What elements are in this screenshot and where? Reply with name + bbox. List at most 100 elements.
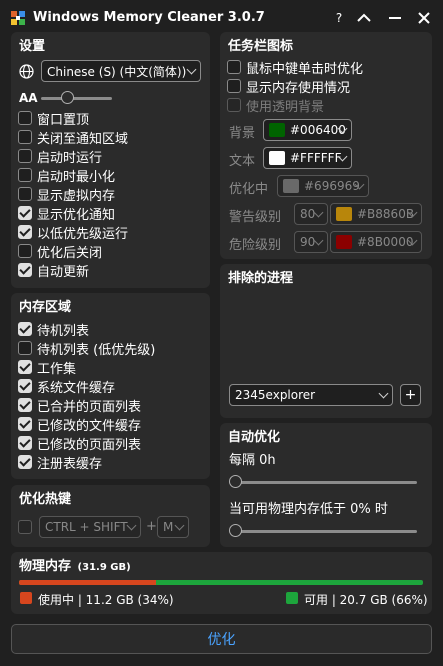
text-color-value: #FFFFFF bbox=[290, 151, 342, 165]
area-label: 工作集 bbox=[37, 361, 77, 377]
option-label: 以低优先级运行 bbox=[37, 226, 129, 242]
area-standby-list[interactable]: 待机列表 bbox=[18, 320, 90, 339]
checkbox-checked[interactable] bbox=[18, 379, 32, 393]
hotkey-enable[interactable] bbox=[18, 518, 32, 536]
threshold-label: 当可用物理内存低于 0% 时 bbox=[229, 502, 388, 517]
checkbox-checked[interactable] bbox=[18, 322, 32, 336]
option-show-virtual-memory[interactable]: 显示虚拟内存 bbox=[18, 185, 115, 204]
area-modified-file-cache[interactable]: 已修改的文件缓存 bbox=[18, 415, 142, 434]
danger-level-value: 90 bbox=[300, 235, 316, 249]
hotkey-key-value: M bbox=[163, 520, 174, 534]
minimize-icon bbox=[389, 17, 401, 19]
option-label: 关闭至通知区域 bbox=[37, 131, 129, 147]
memory-areas-panel: 内存区域 待机列表 待机列表 (低优先级) 工作集 系统文件缓存 已合并的页面列… bbox=[11, 293, 210, 479]
settings-title: 设置 bbox=[19, 39, 46, 54]
font-size-icon: AA bbox=[19, 91, 38, 105]
excluded-process-select[interactable]: 2345explorer bbox=[229, 384, 393, 406]
chevron-down-icon bbox=[174, 520, 185, 531]
option-always-on-top[interactable]: 窗口置顶 bbox=[18, 109, 89, 128]
hotkey-key-select[interactable]: M bbox=[157, 516, 189, 538]
option-transparent-background[interactable]: 使用透明背景 bbox=[227, 96, 324, 115]
option-low-priority[interactable]: 以低优先级运行 bbox=[18, 223, 129, 242]
text-label: 文本 bbox=[229, 154, 256, 169]
threshold-slider-thumb[interactable] bbox=[229, 524, 242, 537]
checkbox[interactable] bbox=[18, 130, 32, 144]
checkbox[interactable] bbox=[18, 168, 32, 182]
hotkey-modifiers-select[interactable]: CTRL + SHIFT bbox=[39, 516, 141, 538]
option-middle-click-optimize[interactable]: 鼠标中键单击时优化 bbox=[227, 58, 363, 77]
warning-level-label: 警告级别 bbox=[229, 210, 282, 225]
chevron-down-icon bbox=[186, 64, 197, 75]
area-working-set[interactable]: 工作集 bbox=[18, 358, 77, 377]
checkbox[interactable] bbox=[18, 187, 32, 201]
checkbox[interactable] bbox=[18, 341, 32, 355]
excluded-process-value: 2345explorer bbox=[235, 388, 316, 402]
option-start-minimized[interactable]: 启动时最小化 bbox=[18, 166, 116, 185]
area-combined-page-list[interactable]: 已合并的页面列表 bbox=[18, 396, 142, 415]
danger-level-select[interactable]: 90 bbox=[294, 231, 328, 253]
area-system-file-cache[interactable]: 系统文件缓存 bbox=[18, 377, 115, 396]
excluded-processes-title: 排除的进程 bbox=[228, 271, 294, 286]
option-close-after-optimize[interactable]: 优化后关闭 bbox=[18, 242, 102, 261]
option-close-to-tray[interactable]: 关闭至通知区域 bbox=[18, 128, 129, 147]
text-color-select[interactable]: #FFFFFF bbox=[263, 147, 352, 169]
option-label: 启动时最小化 bbox=[37, 169, 116, 185]
checkbox[interactable] bbox=[18, 111, 32, 125]
font-size-slider-thumb[interactable] bbox=[61, 91, 74, 104]
collapse-button[interactable] bbox=[352, 6, 376, 30]
interval-slider-thumb[interactable] bbox=[229, 475, 242, 488]
warning-level-select[interactable]: 80 bbox=[294, 203, 328, 225]
checkbox[interactable] bbox=[18, 149, 32, 163]
add-process-button[interactable]: + bbox=[400, 384, 421, 406]
auto-optimize-panel: 自动优化 每隔 0h 当可用物理内存低于 0% 时 bbox=[220, 423, 432, 547]
area-label: 待机列表 bbox=[37, 323, 90, 339]
area-registry-cache[interactable]: 注册表缓存 bbox=[18, 453, 102, 472]
option-auto-update[interactable]: 自动更新 bbox=[18, 261, 89, 280]
excluded-processes-panel: 排除的进程 2345explorer + bbox=[220, 264, 432, 418]
physical-memory-total: (31.9 GB) bbox=[77, 562, 131, 573]
checkbox-checked[interactable] bbox=[18, 398, 32, 412]
checkbox-checked[interactable] bbox=[18, 360, 32, 374]
close-button[interactable] bbox=[412, 6, 436, 30]
checkbox[interactable] bbox=[227, 98, 241, 112]
threshold-slider[interactable] bbox=[232, 530, 417, 533]
checkbox-checked[interactable] bbox=[18, 206, 32, 220]
danger-color-swatch bbox=[336, 235, 352, 249]
font-size-slider[interactable] bbox=[41, 97, 112, 100]
free-memory-text: 可用 | 20.7 GB (66%) bbox=[304, 593, 428, 607]
checkbox[interactable] bbox=[18, 244, 32, 258]
area-modified-page-list[interactable]: 已修改的页面列表 bbox=[18, 434, 141, 453]
free-legend-swatch bbox=[286, 592, 298, 604]
option-label: 启动时运行 bbox=[37, 150, 103, 166]
warning-color-value: #B8860B bbox=[357, 207, 415, 221]
checkbox-checked[interactable] bbox=[18, 263, 32, 277]
language-select[interactable]: Chinese (S) (中文(简体)) bbox=[41, 60, 201, 82]
optimizing-color-value: #696969 bbox=[304, 179, 360, 193]
minimize-button[interactable] bbox=[383, 6, 407, 30]
area-standby-list-low-priority[interactable]: 待机列表 (低优先级) bbox=[18, 339, 155, 358]
checkbox[interactable] bbox=[227, 60, 241, 74]
area-label: 已修改的文件缓存 bbox=[37, 418, 142, 434]
optimize-button[interactable]: 优化 bbox=[11, 624, 432, 654]
checkbox-checked[interactable] bbox=[18, 225, 32, 239]
hotkey-modifiers-value: CTRL + SHIFT bbox=[45, 520, 128, 534]
option-show-notifications[interactable]: 显示优化通知 bbox=[18, 204, 115, 223]
app-title: Windows Memory Cleaner 3.0.7 bbox=[33, 10, 265, 25]
checkbox[interactable] bbox=[227, 79, 241, 93]
warning-color-select[interactable]: #B8860B bbox=[330, 203, 422, 225]
chevron-down-icon bbox=[378, 388, 389, 399]
checkbox-checked[interactable] bbox=[18, 417, 32, 431]
area-label: 已合并的页面列表 bbox=[37, 399, 142, 415]
option-run-on-startup[interactable]: 启动时运行 bbox=[18, 147, 103, 166]
app-logo-icon bbox=[11, 11, 25, 25]
danger-color-select[interactable]: #8B0000 bbox=[330, 231, 422, 253]
checkbox[interactable] bbox=[18, 520, 32, 534]
checkbox-checked[interactable] bbox=[18, 436, 32, 450]
checkbox-checked[interactable] bbox=[18, 455, 32, 469]
option-show-memory-usage[interactable]: 显示内存使用情况 bbox=[227, 77, 351, 96]
optimizing-color-select[interactable]: #696969 bbox=[277, 175, 369, 197]
background-color-select[interactable]: #006400 bbox=[263, 119, 352, 141]
help-button[interactable]: ? bbox=[327, 6, 351, 30]
interval-slider[interactable] bbox=[232, 481, 417, 484]
option-label: 显示内存使用情况 bbox=[246, 80, 351, 96]
